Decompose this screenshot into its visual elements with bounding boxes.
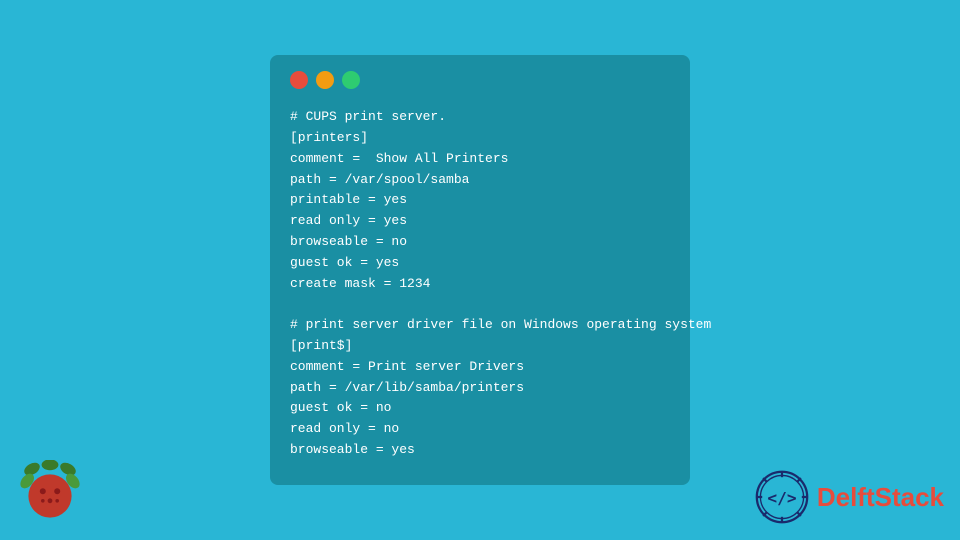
raspberry-pi-logo <box>20 460 80 520</box>
stack-part: Stack <box>875 482 944 512</box>
title-bar <box>290 71 670 89</box>
delft-part: Delft <box>817 482 875 512</box>
close-button[interactable] <box>290 71 308 89</box>
maximize-button[interactable] <box>342 71 360 89</box>
delftstack-logo: </> DelftStack <box>755 470 944 524</box>
terminal-window: # CUPS print server. [printers] comment … <box>270 55 690 485</box>
minimize-button[interactable] <box>316 71 334 89</box>
svg-text:</>: </> <box>767 488 796 507</box>
code-content: # CUPS print server. [printers] comment … <box>290 107 670 461</box>
delftstack-text: DelftStack <box>817 482 944 513</box>
